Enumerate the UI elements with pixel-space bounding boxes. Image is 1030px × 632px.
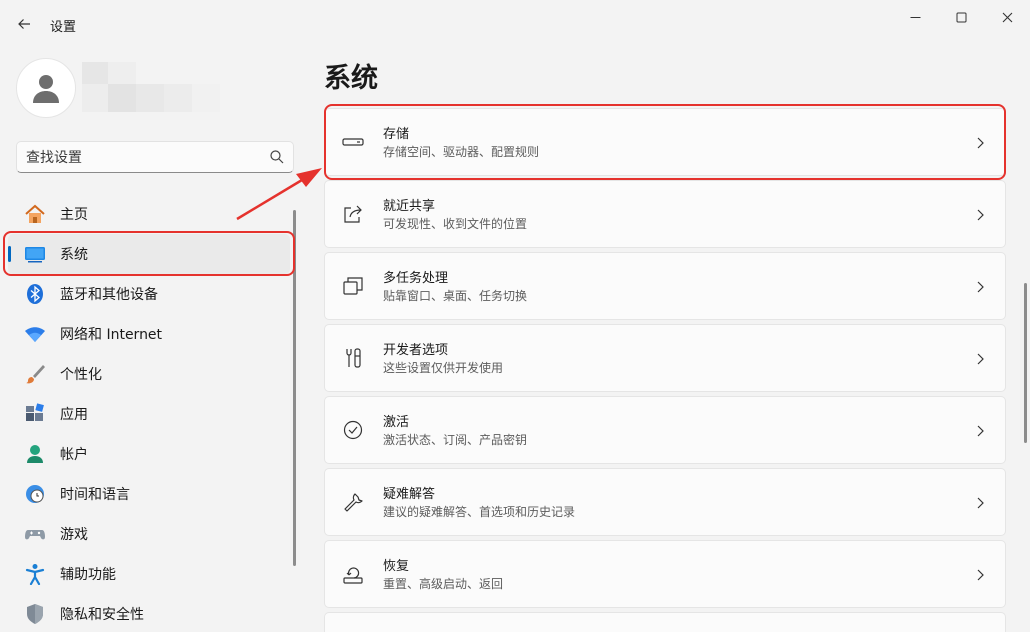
sidebar-item-label: 蓝牙和其他设备 bbox=[60, 287, 158, 303]
card-title: 就近共享 bbox=[383, 199, 436, 214]
sidebar-item-label: 主页 bbox=[60, 207, 88, 223]
account-icon bbox=[24, 443, 46, 465]
maximize-button[interactable] bbox=[938, 2, 984, 32]
avatar[interactable] bbox=[16, 58, 76, 118]
minimize-button[interactable] bbox=[892, 2, 938, 32]
sidebar-nav: 主页 系统 蓝牙和其他设备 网络和 Internet 个性化 应用 帐户 时间和… bbox=[8, 194, 290, 632]
profile-info-blurred bbox=[82, 62, 220, 114]
app-title: 设置 bbox=[50, 20, 77, 35]
wrench-icon bbox=[342, 491, 364, 513]
maximize-icon bbox=[956, 12, 966, 22]
chevron-right-icon bbox=[977, 425, 984, 437]
card-troubleshoot[interactable]: 疑难解答 建议的疑难解答、首选项和历史记录 bbox=[324, 468, 1006, 536]
sidebar-item-home[interactable]: 主页 bbox=[8, 194, 290, 234]
brush-icon bbox=[24, 363, 46, 385]
chevron-right-icon bbox=[977, 569, 984, 581]
multitask-icon bbox=[342, 275, 364, 297]
sidebar-item-gaming[interactable]: 游戏 bbox=[8, 514, 290, 554]
home-icon bbox=[24, 203, 46, 225]
card-subtitle: 可发现性、收到文件的位置 bbox=[383, 217, 528, 231]
chevron-right-icon bbox=[977, 209, 984, 221]
card-subtitle: 存储空间、驱动器、配置规则 bbox=[383, 145, 540, 159]
sidebar-item-label: 时间和语言 bbox=[60, 487, 130, 503]
card-subtitle: 重置、高级启动、返回 bbox=[383, 577, 504, 591]
card-activation[interactable]: 激活 激活状态、订阅、产品密钥 bbox=[324, 396, 1006, 464]
content-scrollbar[interactable] bbox=[1024, 283, 1027, 443]
back-arrow-icon bbox=[18, 19, 30, 29]
sidebar-item-label: 游戏 bbox=[60, 527, 88, 543]
storage-drive-icon bbox=[342, 131, 364, 153]
sidebar-scrollbar[interactable] bbox=[293, 210, 296, 566]
card-title: 激活 bbox=[383, 415, 410, 430]
card-recovery[interactable]: 恢复 重置、高级启动、返回 bbox=[324, 540, 1006, 608]
bluetooth-icon bbox=[24, 283, 46, 305]
sidebar-item-time-language[interactable]: 时间和语言 bbox=[8, 474, 290, 514]
check-circle-icon bbox=[342, 419, 364, 441]
sidebar-item-label: 帐户 bbox=[60, 447, 88, 463]
shield-icon bbox=[24, 603, 46, 625]
sidebar-item-system[interactable]: 系统 bbox=[8, 234, 290, 274]
page-title: 系统 bbox=[324, 63, 378, 94]
gamepad-icon bbox=[24, 523, 46, 545]
sidebar-item-bluetooth[interactable]: 蓝牙和其他设备 bbox=[8, 274, 290, 314]
sidebar-item-label: 系统 bbox=[60, 247, 88, 263]
sidebar-item-apps[interactable]: 应用 bbox=[8, 394, 290, 434]
card-subtitle: 贴靠窗口、桌面、任务切换 bbox=[383, 289, 528, 303]
card-multitasking[interactable]: 多任务处理 贴靠窗口、桌面、任务切换 bbox=[324, 252, 1006, 320]
chevron-right-icon bbox=[977, 281, 984, 293]
card-title: 疑难解答 bbox=[383, 487, 436, 502]
system-monitor-icon bbox=[24, 243, 46, 265]
apps-icon bbox=[24, 403, 46, 425]
sidebar-item-label: 个性化 bbox=[60, 367, 102, 383]
chevron-right-icon bbox=[977, 497, 984, 509]
sidebar-item-label: 隐私和安全性 bbox=[60, 607, 144, 623]
settings-card-list: 存储 存储空间、驱动器、配置规则 就近共享 可发现性、收到文件的位置 多任务处理… bbox=[324, 108, 1006, 632]
card-developer-options[interactable]: 开发者选项 这些设置仅供开发使用 bbox=[324, 324, 1006, 392]
selection-indicator bbox=[8, 246, 11, 262]
search-icon[interactable] bbox=[269, 149, 285, 165]
card-subtitle: 这些设置仅供开发使用 bbox=[383, 361, 504, 375]
close-button[interactable] bbox=[984, 2, 1030, 32]
title-bar: 设置 bbox=[0, 0, 1030, 48]
sidebar-item-accessibility[interactable]: 辅助功能 bbox=[8, 554, 290, 594]
card-title: 恢复 bbox=[383, 559, 410, 574]
search-input[interactable] bbox=[26, 148, 266, 168]
card-title: 开发者选项 bbox=[383, 343, 449, 358]
card-storage[interactable]: 存储 存储空间、驱动器、配置规则 bbox=[324, 108, 1006, 176]
chevron-right-icon bbox=[977, 137, 984, 149]
sidebar-item-privacy-security[interactable]: 隐私和安全性 bbox=[8, 594, 290, 632]
developer-tools-icon bbox=[342, 347, 364, 369]
minimize-icon bbox=[910, 16, 920, 18]
card-partial-next[interactable] bbox=[324, 612, 1006, 632]
accessibility-icon bbox=[24, 563, 46, 585]
user-silhouette-icon bbox=[33, 75, 59, 103]
card-nearby-sharing[interactable]: 就近共享 可发现性、收到文件的位置 bbox=[324, 180, 1006, 248]
wifi-icon bbox=[24, 323, 46, 345]
close-icon bbox=[1002, 12, 1012, 22]
sidebar-item-label: 辅助功能 bbox=[60, 567, 116, 583]
sidebar-item-personalization[interactable]: 个性化 bbox=[8, 354, 290, 394]
card-subtitle: 激活状态、订阅、产品密钥 bbox=[383, 433, 528, 447]
recovery-icon bbox=[342, 563, 364, 585]
sidebar-item-label: 应用 bbox=[60, 407, 88, 423]
sidebar-item-network[interactable]: 网络和 Internet bbox=[8, 314, 290, 354]
chevron-right-icon bbox=[977, 353, 984, 365]
card-subtitle: 建议的疑难解答、首选项和历史记录 bbox=[383, 505, 576, 519]
sidebar-item-label: 网络和 Internet bbox=[60, 327, 163, 343]
share-icon bbox=[342, 203, 364, 225]
card-title: 存储 bbox=[383, 127, 410, 142]
card-title: 多任务处理 bbox=[383, 271, 449, 286]
back-button[interactable] bbox=[10, 10, 38, 38]
sidebar-item-accounts[interactable]: 帐户 bbox=[8, 434, 290, 474]
globe-clock-icon bbox=[24, 483, 46, 505]
search-box[interactable] bbox=[16, 141, 294, 173]
settings-window: 设置 查找设置 主页 系统 蓝牙和其他设备 网络和 Internet 个性化 应… bbox=[0, 0, 1030, 632]
